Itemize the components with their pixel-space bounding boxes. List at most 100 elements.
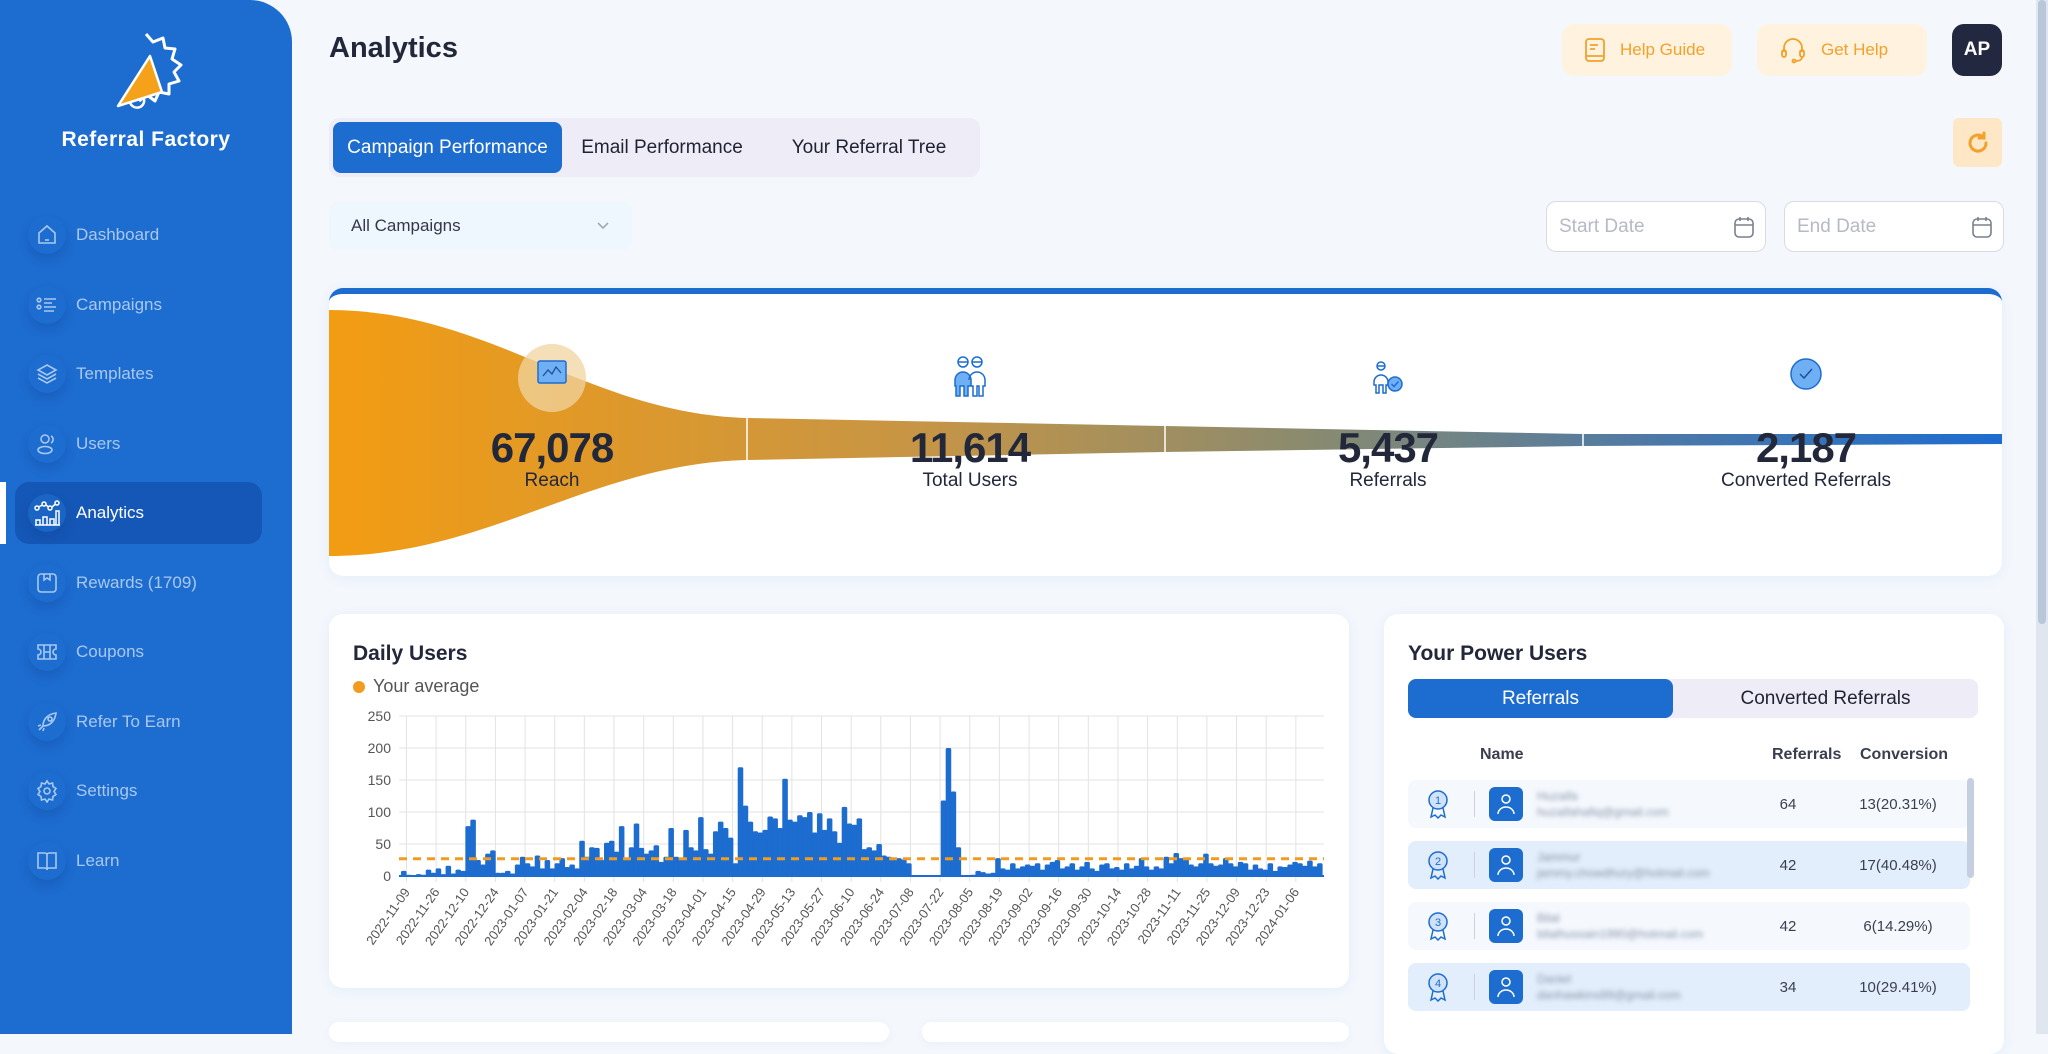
chart-bar <box>490 850 496 876</box>
chart-bar <box>841 806 848 876</box>
chevron-down-icon <box>597 222 609 230</box>
list-icon <box>28 286 66 324</box>
column-header-referrals[interactable]: Referrals <box>1772 746 1841 764</box>
chart-bar <box>574 868 580 876</box>
chart-bar <box>896 858 902 876</box>
refresh-icon <box>1968 131 1988 152</box>
sidebar-item-templates[interactable]: Templates <box>0 343 292 405</box>
chart-bar <box>1178 858 1184 876</box>
chart-bar <box>826 818 833 876</box>
user-avatar-icon <box>1489 787 1523 821</box>
chart-bar <box>802 817 808 876</box>
funnel-stage-referrals: 5,437 Referrals <box>1179 294 1597 576</box>
chart-bar <box>856 818 863 876</box>
refresh-button[interactable] <box>1953 118 2002 167</box>
chart-bar <box>1034 863 1041 876</box>
chart-bar <box>485 853 491 876</box>
chart-bar <box>1044 864 1051 876</box>
power-user-row[interactable]: 4 Daniel danhawkins89@gmail.com 34 10(29.41%… <box>1408 963 1970 1011</box>
sidebar-item-settings[interactable]: Settings <box>0 760 292 822</box>
chart-bar <box>1317 863 1323 876</box>
chart-bar <box>1054 860 1061 876</box>
user-avatar-button[interactable]: AP <box>1952 24 2002 76</box>
sidebar-item-coupons[interactable]: Coupons <box>0 621 292 683</box>
sidebar-item-label: Users <box>76 433 121 453</box>
chart-bar <box>623 860 630 876</box>
sidebar-item-campaigns[interactable]: Campaigns <box>0 274 292 336</box>
sidebar-item-learn[interactable]: Learn <box>0 830 292 892</box>
rank-number: 3 <box>1435 917 1441 929</box>
chart-bar <box>648 850 655 876</box>
chart-bar <box>831 831 838 876</box>
chart-bar <box>792 821 798 876</box>
column-header-conversion[interactable]: Conversion <box>1860 746 1948 764</box>
chart-bar <box>529 866 536 876</box>
chart-bar <box>762 829 769 876</box>
tab-converted-referrals[interactable]: Converted Referrals <box>1673 679 1978 718</box>
end-date-input[interactable]: End Date <box>1784 201 2004 252</box>
chart-bar <box>717 821 724 876</box>
chart-bar <box>604 842 610 876</box>
chart-bar <box>811 832 818 876</box>
chart-bar <box>950 791 957 876</box>
power-user-row[interactable]: 3 Bilal bilalhussain1990@hotmail.com 42 6(14… <box>1408 902 1970 950</box>
analytics-icon <box>28 494 66 532</box>
column-header-name[interactable]: Name <box>1480 746 1524 764</box>
chart-bar <box>772 818 778 876</box>
chart-bar <box>1237 861 1244 876</box>
chart-bar <box>1227 863 1234 876</box>
chart-bar <box>1019 866 1026 876</box>
chart-bar <box>1089 868 1095 876</box>
chart-bar <box>554 863 561 876</box>
user-avatar-icon <box>1489 970 1523 1004</box>
chart-bar <box>1029 865 1036 876</box>
page-scrollbar-thumb[interactable] <box>2038 0 2046 624</box>
chart-bar <box>658 861 665 876</box>
chart-monitor-icon <box>537 360 567 384</box>
sidebar-item-dashboard[interactable]: Dashboard <box>0 204 292 266</box>
y-tick-label: 250 <box>368 708 392 724</box>
tab-campaign-performance[interactable]: Campaign Performance <box>333 122 562 173</box>
get-help-button[interactable]: Get Help <box>1757 24 1927 76</box>
rank-number: 2 <box>1435 856 1441 868</box>
funnel-value: 67,078 <box>490 424 614 471</box>
tab-email-performance[interactable]: Email Performance <box>562 122 762 173</box>
sidebar-item-analytics[interactable]: Analytics <box>0 482 292 544</box>
start-date-input[interactable]: Start Date <box>1546 201 1766 252</box>
chart-bar <box>445 865 452 876</box>
tab-your-referral-tree[interactable]: Your Referral Tree <box>762 122 976 173</box>
chart-bar <box>861 849 868 876</box>
page-scrollbar[interactable] <box>2036 0 2048 1034</box>
headset-icon <box>1781 38 1805 64</box>
chart-bar <box>891 860 897 876</box>
chart-bar <box>698 817 704 876</box>
chart-bar <box>1282 867 1288 876</box>
logo[interactable]: Referral Factory <box>0 30 292 152</box>
sidebar-item-rewards[interactable]: Rewards (1709) <box>0 552 292 614</box>
power-users-title: Your Power Users <box>1408 642 1588 665</box>
chart-bar <box>703 849 709 876</box>
help-guide-label: Help Guide <box>1620 40 1706 59</box>
power-user-row[interactable]: 2 Jammur jammy.chowdhury@hotmail.com 42 17(4… <box>1408 841 1970 889</box>
chart-bar <box>465 826 471 876</box>
two-users-icon <box>954 356 986 397</box>
campaign-select[interactable]: All Campaigns <box>329 202 632 250</box>
funnel-label: Reach <box>524 470 580 491</box>
chart-bar <box>1312 866 1318 876</box>
chart-bar <box>871 850 877 876</box>
chart-bar <box>1163 856 1170 876</box>
tab-referrals[interactable]: Referrals <box>1408 679 1673 718</box>
home-icon <box>28 216 66 254</box>
user-conversion: 13(20.31%) <box>1859 795 1937 813</box>
sidebar-item-users[interactable]: Users <box>0 413 292 475</box>
funnel-stage-converted-referrals: 2,187 Converted Referrals <box>1597 294 2002 576</box>
power-user-row[interactable]: 1 Huzaifa huzaifahafiq@gmail.com 64 13(20.31… <box>1408 780 1970 828</box>
gear-icon <box>28 772 66 810</box>
chart-bar <box>1104 863 1110 876</box>
chart-bar <box>668 828 674 876</box>
user-avatar-icon <box>1489 848 1523 882</box>
user-conversion: 10(29.41%) <box>1859 978 1937 996</box>
help-guide-button[interactable]: Help Guide <box>1562 24 1732 76</box>
sidebar-item-refer-to-earn[interactable]: Refer To Earn <box>0 691 292 753</box>
power-users-scrollbar[interactable] <box>1967 778 1974 878</box>
